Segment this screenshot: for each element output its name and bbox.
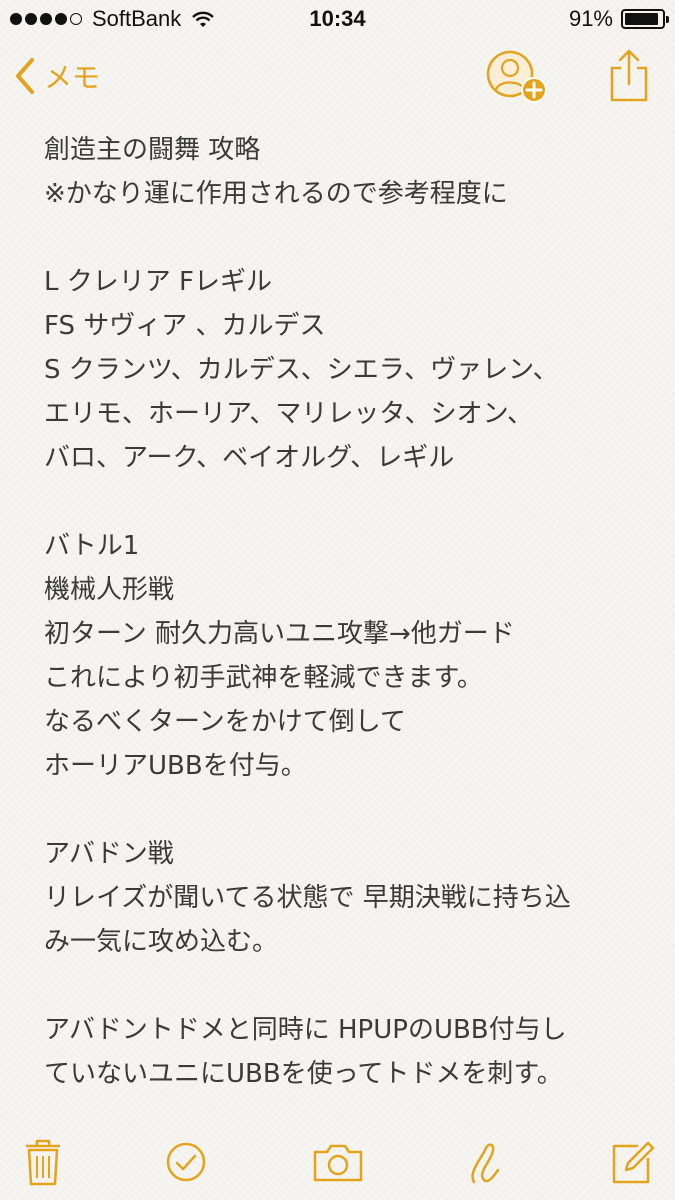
note-line: FS サヴィア 、カルデス: [44, 311, 326, 341]
navigation-bar: メモ: [0, 40, 675, 112]
note-line: [44, 788, 654, 832]
battery-icon: [621, 9, 669, 29]
checkmark-circle-icon: [166, 1142, 206, 1182]
camera-button[interactable]: [310, 1136, 366, 1188]
note-line: L クレリア Fレギル: [44, 267, 272, 297]
note-line: 初ターン 耐久力高いユニ攻撃→他ガード: [44, 619, 515, 649]
sketch-button[interactable]: [462, 1136, 512, 1188]
note-line: [44, 216, 654, 260]
compose-icon: [612, 1141, 655, 1184]
note-line: バトル1: [44, 531, 140, 561]
note-line: アバドン戦: [44, 839, 174, 869]
note-line: エリモ、ホーリア、マリレッタ、シオン、: [44, 399, 534, 429]
delete-button[interactable]: [18, 1136, 68, 1188]
chevron-left-icon: [16, 58, 34, 94]
status-bar: SoftBank 10:34 91%: [0, 0, 675, 40]
squiggle-pen-icon: [471, 1143, 500, 1184]
note-line: み一気に攻め込む。: [44, 927, 279, 957]
note-line: バロ、アーク、ベイオルグ、レギル: [44, 443, 455, 473]
share-button[interactable]: [606, 48, 652, 104]
note-line: 創造主の闘舞 攻略: [44, 135, 261, 165]
battery-status: 91%: [568, 6, 669, 32]
compose-button[interactable]: [608, 1136, 658, 1188]
add-person-icon: [486, 50, 547, 103]
note-line: S クランツ、カルデス、シエラ、ヴァレン、: [44, 355, 559, 385]
share-icon: [610, 49, 648, 102]
camera-icon: [313, 1144, 363, 1182]
note-line: ホーリアUBBを付与。: [44, 751, 307, 781]
note-content[interactable]: 創造主の闘舞 攻略 ※かなり運に作用されるので参考程度に L クレリア Fレギル…: [44, 128, 654, 1128]
back-button[interactable]: メモ: [14, 54, 100, 98]
note-line: これにより初手武神を軽減できます。: [44, 663, 483, 693]
note-line: アバドントドメと同時に HPUPのUBB付与し: [44, 1015, 567, 1045]
note-line: なるべくターンをかけて倒して: [44, 707, 406, 737]
battery-percent: 91%: [568, 6, 613, 31]
bottom-toolbar: [0, 1130, 675, 1200]
note-line: 機械人形戦: [44, 575, 175, 605]
add-person-button[interactable]: [484, 46, 550, 106]
checklist-button[interactable]: [161, 1136, 211, 1188]
trash-icon: [26, 1139, 60, 1186]
note-line: ※かなり運に作用されるので参考程度に: [44, 179, 508, 209]
note-line: ていないユニにUBBを使ってトドメを刺す。: [44, 1059, 563, 1089]
back-label: メモ: [44, 61, 101, 94]
note-line: [44, 964, 654, 1008]
note-line: リレイズが聞いてる状態で 早期決戦に持ち込: [44, 883, 571, 913]
note-line: [44, 480, 654, 524]
